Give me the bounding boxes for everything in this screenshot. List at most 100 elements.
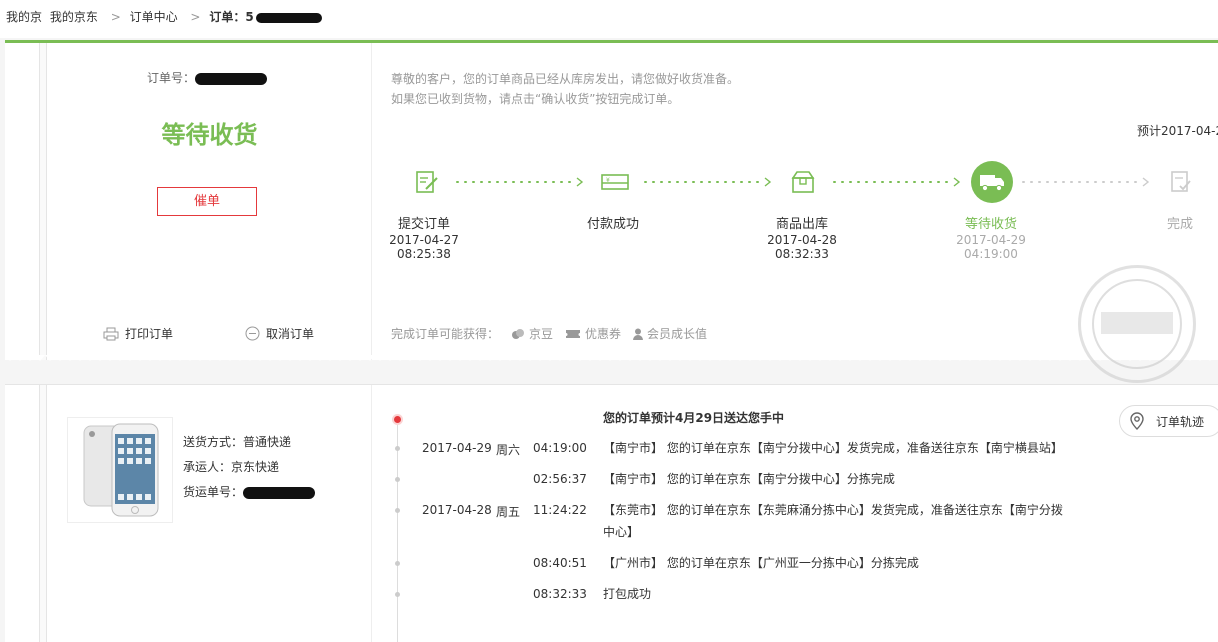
chevron-right-icon: > (110, 10, 121, 24)
carrier: 承运人：京东快递 (183, 458, 279, 475)
urge-order-button[interactable]: 催单 (157, 187, 257, 216)
timeline-message: 【东莞市】 您的订单在京东【东莞麻涌分拣中心】发货完成，准备送往京东【南宁分拨中… (603, 503, 1063, 539)
breadcrumb-order-center[interactable]: 订单中心 (130, 10, 178, 24)
redacted-order-id (195, 72, 268, 85)
timeline-head: 您的订单预计4月29日送达您手中 (603, 411, 785, 425)
cancel-order-label: 取消订单 (266, 327, 315, 341)
progress-connector (456, 177, 584, 187)
logistics-panel: 送货方式：普通快递 承运人：京东快递 货运单号： 您的订单预计4月29日送达您手… (5, 384, 1218, 642)
chevron-right-icon: > (190, 10, 201, 24)
product-thumbnail[interactable] (67, 417, 173, 523)
shipment-info: 送货方式：普通快递 承运人：京东快递 货运单号： (47, 385, 372, 642)
timeline-message: 【南宁市】 您的订单在京东【南宁分拨中心】分拣完成 (603, 472, 895, 486)
panel-zigzag-edge (5, 355, 1218, 363)
notice-line-1: 尊敬的客户，您的订单商品已经从库房发出，请您做好收货准备。 (391, 72, 740, 86)
timeline-dot-current (394, 416, 401, 423)
step-outbound-clock: 08:32:33 (775, 247, 829, 261)
timeline-time: 08:40:51 (533, 556, 587, 570)
check-doc-icon (1160, 161, 1202, 203)
step-submit-clock: 08:25:38 (397, 247, 451, 261)
step-waiting-clock: 04:19:00 (964, 247, 1018, 261)
timeline-time: 11:24:22 (533, 503, 587, 517)
panel-edge (39, 385, 47, 642)
timeline-weekday: 周五 (496, 505, 521, 519)
reward-growth-label: 会员成长值 (647, 327, 708, 341)
reward-coupon-label: 优惠券 (585, 327, 622, 341)
timeline-dot (395, 561, 400, 566)
timeline-date: 2017-04-29 (422, 441, 492, 455)
order-number-label: 订单号： (147, 71, 196, 85)
printer-icon (103, 327, 119, 340)
breadcrumb-my-jingdong[interactable]: 我的京东 (50, 10, 98, 24)
edit-icon (406, 161, 448, 203)
reward-beans-label: 京豆 (529, 327, 554, 341)
redacted-order-number (255, 12, 322, 23)
step-waiting-time: 2017-04-29 04:19:00 (941, 233, 1041, 261)
location-pin-icon (1130, 412, 1144, 430)
step-complete-label: 完成 (1166, 217, 1193, 232)
bean-icon (512, 328, 525, 339)
reward-coupon: 优惠券 (565, 325, 621, 342)
timeline-dot (395, 446, 400, 451)
svg-text:¥: ¥ (606, 177, 610, 184)
order-status-title: 等待收货 (161, 121, 258, 149)
carrier-value: 京东快递 (231, 460, 280, 474)
delivery-method-value: 普通快递 (243, 435, 292, 449)
notice-line-2: 如果您已收到货物，请点击“确认收货”按钮完成订单。 (391, 92, 680, 106)
breadcrumb-my-jd[interactable]: 我的京 (6, 10, 42, 24)
timeline-dot (395, 508, 400, 513)
redacted-waybill (243, 486, 316, 499)
step-submit-label: 提交订单 (397, 217, 450, 232)
step-paid-label: 付款成功 (586, 217, 639, 232)
waybill-label: 货运单号： (183, 485, 244, 499)
step-submit-date: 2017-04-27 (389, 233, 459, 247)
reward-beans: 京豆 (511, 325, 553, 342)
panel-edge (39, 43, 47, 360)
rewards-label: 完成订单可能获得： (391, 327, 500, 341)
rewards-row: 完成订单可能获得： 京豆 优惠券 会员成长值 (391, 325, 719, 342)
carrier-label: 承运人： (183, 460, 232, 474)
shipping-notice: 尊敬的客户，您的订单商品已经从库房发出，请您做好收货准备。 如果您已收到货物，请… (391, 69, 739, 109)
order-track-label: 订单轨迹 (1156, 414, 1205, 429)
progress-connector (1022, 177, 1150, 187)
breadcrumb-order-prefix: 5 (245, 10, 254, 24)
step-outbound-date: 2017-04-28 (767, 233, 837, 247)
breadcrumb: 我的京 我的京东 > 订单中心 > 订单：5 (0, 0, 1218, 38)
coupon-icon (566, 329, 581, 338)
step-waiting-label: 等待收货 (964, 217, 1017, 232)
order-track-button[interactable]: 订单轨迹 (1119, 405, 1218, 437)
print-order-link[interactable]: 打印订单 (103, 325, 173, 342)
timeline-date: 2017-04-28 (422, 503, 492, 517)
order-summary: 订单号： 等待收货 催单 打印订单 取消订单 (47, 43, 372, 360)
order-number: 订单号： (147, 69, 268, 86)
delivery-method-label: 送货方式： (183, 435, 244, 449)
timeline-weekday: 周六 (496, 443, 521, 457)
step-outbound-label: 商品出库 (775, 217, 828, 232)
timeline-time: 02:56:37 (533, 472, 587, 486)
cancel-order-link[interactable]: 取消订单 (245, 325, 314, 342)
step-waiting-date: 2017-04-29 (956, 233, 1026, 247)
order-status-panel: 订单号： 等待收货 催单 打印订单 取消订单 尊敬的客户，您的订单商品已经从库房… (5, 40, 1218, 360)
reward-growth: 会员成长值 (633, 325, 707, 342)
timeline-dot (395, 477, 400, 482)
step-outbound-time: 2017-04-28 08:32:33 (752, 233, 852, 261)
timeline-message: 【南宁市】 您的订单在京东【南宁分拨中心】发货完成，准备送往京东【南宁横县站】 (603, 441, 1063, 455)
truck-icon (971, 161, 1013, 203)
user-icon (633, 328, 644, 340)
timeline-message: 打包成功 (603, 587, 652, 601)
step-submit-time: 2017-04-27 08:25:38 (374, 233, 474, 261)
progress-connector (833, 177, 961, 187)
delivery-method: 送货方式：普通快递 (183, 433, 291, 450)
timeline-dot (395, 592, 400, 597)
timeline-time: 08:32:33 (533, 587, 587, 601)
estimated-delivery: 预计2017-04-29 (1137, 124, 1218, 138)
phone-image (83, 423, 159, 517)
breadcrumb-order-label: 订单： (209, 10, 246, 24)
package-icon (782, 161, 824, 203)
progress-connector (644, 177, 772, 187)
minus-circle-icon (245, 326, 260, 341)
waybill-number: 货运单号： (183, 483, 316, 500)
timeline-time: 04:19:00 (533, 441, 587, 455)
timeline-message: 【广州市】 您的订单在京东【广州亚一分拣中心】分拣完成 (603, 556, 919, 570)
card-icon: ¥ (594, 161, 636, 203)
